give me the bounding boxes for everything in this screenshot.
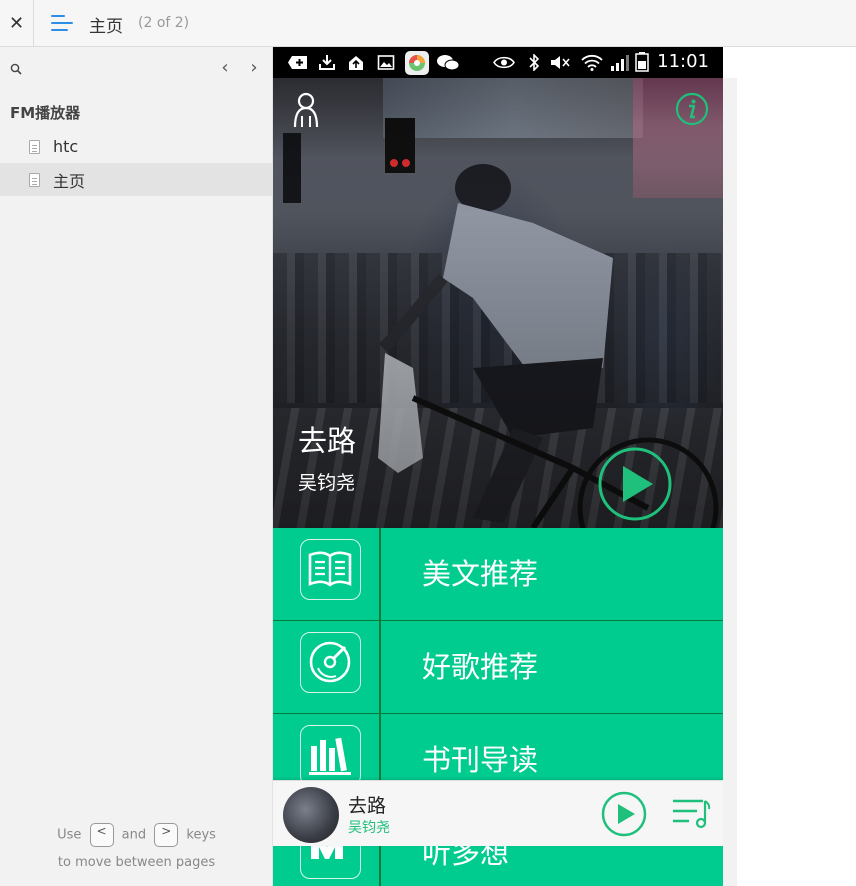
close-button[interactable]: ✕ [0,0,34,47]
page-title: 主页 [89,17,123,37]
search-icon[interactable] [10,63,22,75]
upload-icon [349,56,363,70]
menu-item-label: 好歌推荐 [422,650,539,684]
eye-icon [493,56,515,69]
disc-icon [309,641,351,683]
toolbar: ✕ 主页 (2 of 2) [0,0,856,47]
download-icon [319,55,335,70]
hero-artist: 吴钧尧 [298,472,356,494]
keyboard-hint: Use < and > keys [0,823,273,847]
next-page-button[interactable]: › [244,58,264,78]
wifi-icon [581,54,603,71]
page-icon [29,172,40,187]
mini-player[interactable]: 去路 吴钧尧 [273,780,723,846]
signal-icon [611,55,629,71]
mini-album-art[interactable] [283,787,339,843]
sidebar-item-home[interactable]: 主页 [0,163,273,196]
key-next-icon: > [154,823,179,847]
prev-page-button[interactable]: ‹ [215,58,235,78]
battery-icon [635,52,649,72]
canvas-gutter [723,78,737,886]
mini-song-title: 去路 [348,795,387,817]
app-store-icon [405,51,429,75]
book-icon [308,551,352,587]
project-name: FM播放器 [10,104,81,122]
page-count: (2 of 2) [138,15,190,31]
status-bar: 11:01 [273,47,723,78]
menu-item-articles[interactable]: 美文推荐 [273,528,723,621]
add-notification-icon [288,56,307,69]
playlist-icon[interactable] [671,795,711,829]
wechat-icon [437,55,460,71]
page-icon [29,139,40,154]
user-icon[interactable] [290,92,322,128]
keyboard-hint-line2: to move between pages [57,855,216,870]
mini-artist: 吴钧尧 [348,820,390,836]
close-icon: ✕ [8,13,25,34]
status-time: 11:01 [657,51,709,72]
hero-banner[interactable]: 去路 吴钧尧 [273,78,723,528]
mini-play-button[interactable] [601,791,647,837]
key-prev-icon: < [89,823,114,847]
hamburger-menu-icon[interactable] [51,14,73,32]
search-row: ‹ › [0,47,273,91]
menu-item-label: 美文推荐 [422,557,539,591]
menu-item-label: 书刊导读 [422,743,539,777]
info-icon[interactable] [675,92,709,126]
mute-icon [551,56,570,69]
sidebar: ‹ › FM播放器 htc 主页 Use < and > keys to mov… [0,47,273,886]
bookshelf-icon [309,737,351,775]
sidebar-item-label: 主页 [53,171,86,191]
phone-screen: 11:01 去路 吴钧尧 美文推荐 好歌推荐 书刊导读 听多想 去路 吴钧尧 [273,47,723,886]
menu-item-songs[interactable]: 好歌推荐 [273,621,723,714]
bluetooth-icon [529,54,540,71]
hero-play-button[interactable] [597,446,673,522]
sidebar-item-htc[interactable]: htc [0,130,273,163]
hero-song-title: 去路 [298,424,357,458]
sidebar-item-label: htc [53,137,79,156]
image-icon [377,55,395,70]
